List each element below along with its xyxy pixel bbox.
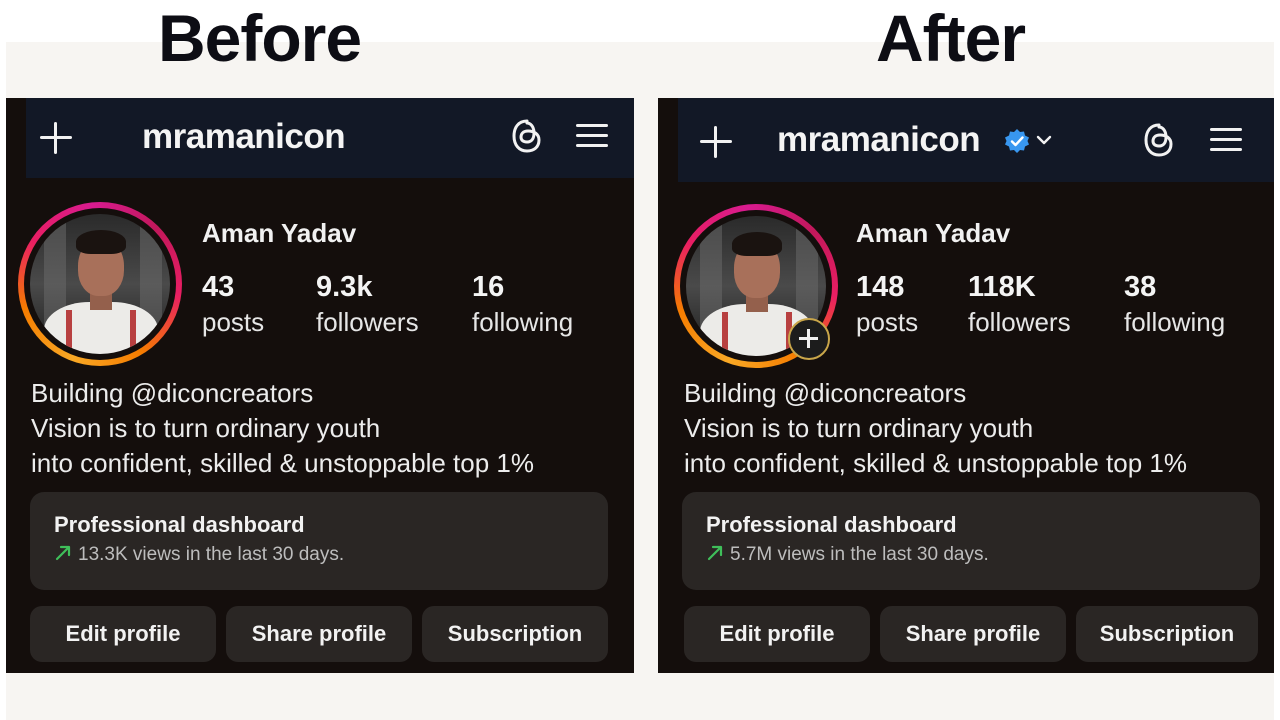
- following-label: following: [472, 307, 574, 337]
- professional-dashboard[interactable]: Professional dashboard 13.3K views in th…: [30, 492, 608, 590]
- avatar-story-ring[interactable]: [18, 202, 182, 366]
- following-label: following: [1124, 307, 1226, 337]
- followers-stat[interactable]: 9.3k followers: [316, 270, 419, 340]
- followers-count: 118K: [968, 271, 1036, 303]
- after-label: After: [876, 1, 1026, 75]
- edit-profile-button[interactable]: Edit profile: [30, 606, 216, 662]
- username[interactable]: mramanicon: [777, 120, 981, 160]
- bio: Building @diconcreators Vision is to tur…: [684, 376, 1187, 481]
- bio-line: Vision is to turn ordinary youth: [31, 413, 381, 443]
- following-count: 38: [1124, 271, 1157, 303]
- profile-panel-after: mramanicon Aman Yadav 148 posts 118K fol…: [658, 98, 1274, 673]
- bio-line: Vision is to turn ordinary youth: [684, 413, 1034, 443]
- dashboard-views: 5.7M views in the last 30 days.: [730, 544, 989, 565]
- dashboard-views: 13.3K views in the last 30 days.: [78, 544, 345, 565]
- trend-up-icon: [707, 545, 723, 561]
- posts-stat[interactable]: 43 posts: [202, 270, 264, 340]
- threads-icon[interactable]: [1142, 122, 1176, 158]
- add-story-icon[interactable]: [788, 318, 830, 360]
- edit-profile-button[interactable]: Edit profile: [684, 606, 870, 662]
- posts-label: posts: [202, 307, 265, 337]
- plus-icon[interactable]: [40, 122, 72, 154]
- trend-up-icon: [55, 545, 71, 561]
- bio-line: Building @diconcreators: [31, 378, 314, 408]
- subscription-button[interactable]: Subscription: [422, 606, 608, 662]
- followers-label: followers: [968, 307, 1071, 337]
- share-profile-button[interactable]: Share profile: [880, 606, 1066, 662]
- chevron-down-icon[interactable]: [1036, 134, 1052, 146]
- posts-count: 43: [202, 271, 235, 303]
- share-profile-button[interactable]: Share profile: [226, 606, 412, 662]
- username[interactable]: mramanicon: [142, 117, 346, 157]
- bio-line: Building @diconcreators: [684, 378, 967, 408]
- avatar-story-ring[interactable]: [674, 204, 838, 368]
- menu-icon[interactable]: [576, 122, 610, 150]
- following-count: 16: [472, 271, 505, 303]
- following-stat[interactable]: 38 following: [1124, 270, 1225, 340]
- dashboard-title: Professional dashboard: [54, 512, 305, 537]
- followers-label: followers: [316, 307, 419, 337]
- profile-panel-before: mramanicon Aman Yadav 43 posts 9.3k foll…: [6, 98, 634, 673]
- threads-icon[interactable]: [510, 118, 544, 154]
- subscription-button[interactable]: Subscription: [1076, 606, 1258, 662]
- plus-icon[interactable]: [700, 126, 732, 158]
- full-name: Aman Yadav: [856, 218, 1011, 248]
- menu-icon[interactable]: [1210, 126, 1244, 154]
- bio-line: into confident, skilled & unstoppable to…: [31, 448, 535, 478]
- full-name: Aman Yadav: [202, 218, 357, 248]
- followers-stat[interactable]: 118K followers: [968, 270, 1071, 340]
- followers-count: 9.3k: [316, 271, 373, 303]
- avatar: [30, 214, 170, 354]
- posts-stat[interactable]: 148 posts: [856, 270, 918, 340]
- bio: Building @diconcreators Vision is to tur…: [31, 376, 534, 481]
- posts-label: posts: [856, 307, 919, 337]
- posts-count: 148: [856, 271, 905, 303]
- following-stat[interactable]: 16 following: [472, 270, 573, 340]
- verified-badge-icon: [1005, 129, 1029, 153]
- bio-line: into confident, skilled & unstoppable to…: [684, 448, 1188, 478]
- before-label: Before: [158, 1, 362, 75]
- dashboard-title: Professional dashboard: [706, 512, 957, 537]
- professional-dashboard[interactable]: Professional dashboard 5.7M views in the…: [682, 492, 1260, 590]
